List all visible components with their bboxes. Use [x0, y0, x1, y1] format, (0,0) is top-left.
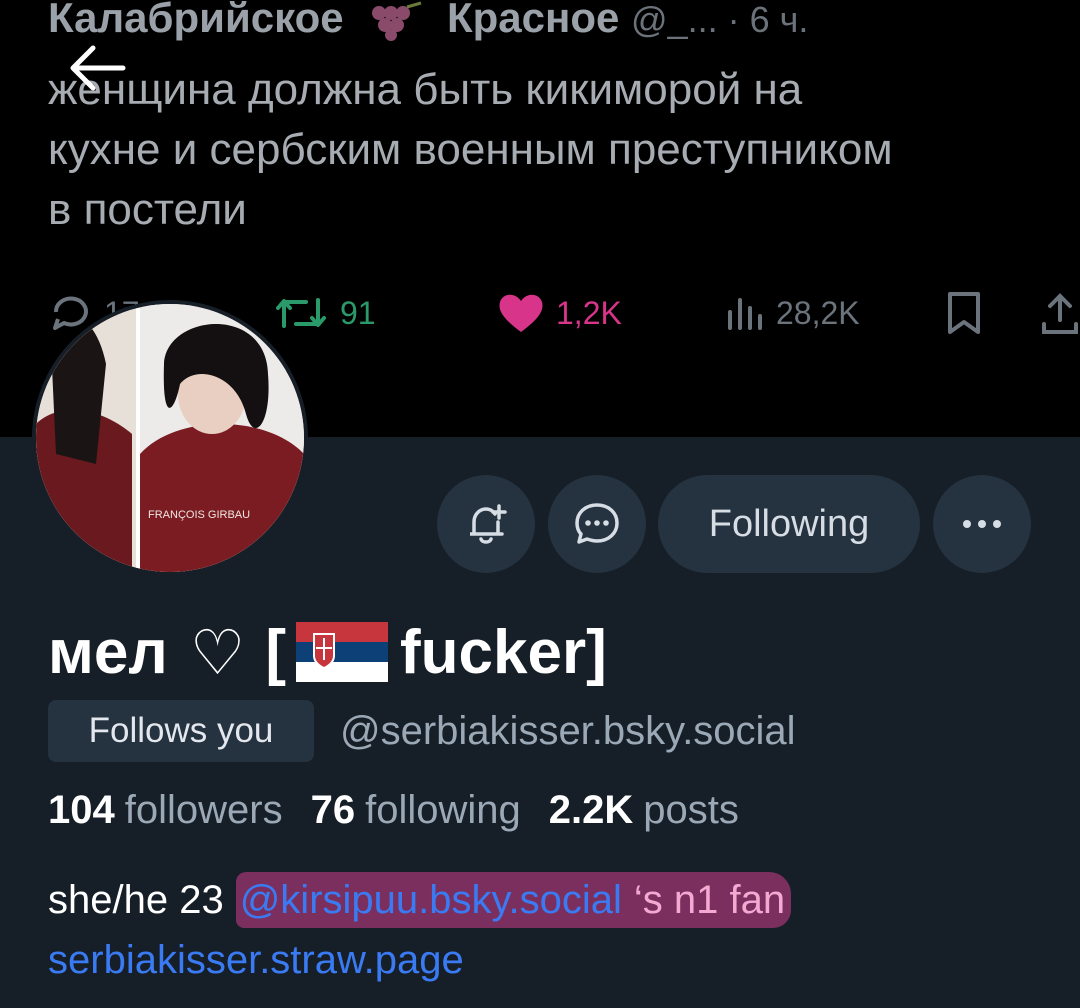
chat-bubble-icon: [575, 503, 619, 544]
following-stat[interactable]: 76 following: [311, 788, 521, 833]
display-name-prefix: мел: [48, 617, 168, 687]
follows-you-badge: Follows you: [48, 700, 314, 762]
followers-stat[interactable]: 104 followers: [48, 788, 283, 833]
tweet-author-name: Калабрийское: [48, 0, 344, 41]
tweet-retweet: 91: [272, 286, 376, 340]
more-options-button[interactable]: [933, 475, 1031, 573]
bio-website-link[interactable]: serbiakisser.straw.page: [48, 930, 464, 990]
bell-plus-icon: [470, 504, 507, 544]
follows-you-label: Follows you: [88, 711, 274, 750]
arrow-left-icon: [70, 45, 126, 91]
following-label: following: [365, 787, 521, 832]
serbia-flag-icon: [295, 622, 388, 682]
grapes-icon: [372, 1, 422, 41]
retweet-count: 91: [340, 294, 376, 331]
message-button[interactable]: [548, 475, 646, 573]
like-count: 1,2K: [556, 294, 622, 331]
bio-suffix: ‘s n1 fan: [633, 877, 786, 922]
following-count: 76: [310, 787, 356, 832]
bio: she/he 23 @kirsipuu.bsky.social ‘s n1 fan: [48, 870, 792, 930]
tweet-meta: @_... · 6 ч.: [631, 0, 809, 40]
heart-symbol: ♡: [189, 618, 246, 688]
bio-highlight: @kirsipuu.bsky.social ‘s n1 fan: [235, 872, 792, 928]
tweet-author-name-2: Красное: [446, 0, 620, 41]
bookmark-icon: [948, 292, 980, 334]
followers-label: followers: [124, 787, 283, 832]
followers-count: 104: [48, 787, 115, 832]
tweet-text: женщина должна быть кикиморой на кухне и…: [48, 65, 893, 234]
tweet-like: 1,2K: [496, 286, 622, 340]
share-icon: [1042, 293, 1078, 334]
back-button[interactable]: [62, 38, 132, 98]
avatar-image: FRANÇOIS GIRBAU: [36, 304, 304, 572]
posts-label: posts: [643, 787, 739, 832]
display-name-word: fucker]: [399, 617, 607, 687]
retweet-icon: [276, 298, 326, 328]
tweet-author-line: Калабрийское Красное @_... · 6 ч.: [48, 0, 808, 44]
following-button-label: Following: [708, 502, 870, 545]
tweet-views: 28,2K: [722, 286, 860, 340]
views-icon: [728, 298, 762, 330]
heart-icon: [499, 294, 543, 332]
tweet-bookmark: [944, 286, 984, 340]
following-button[interactable]: Following: [658, 475, 920, 573]
bio-text: she/he 23: [48, 877, 224, 922]
tweet-share: [1040, 286, 1080, 340]
profile-stats: 104 followers 76 following 2.2K posts: [48, 780, 739, 840]
profile-handle: @serbiakisser.bsky.social: [340, 708, 796, 753]
posts-stat: 2.2K posts: [549, 788, 739, 833]
svg-text:FRANÇOIS GIRBAU: FRANÇOIS GIRBAU: [148, 509, 250, 521]
avatar[interactable]: FRANÇOIS GIRBAU: [32, 300, 308, 576]
posts-count: 2.2K: [548, 787, 634, 832]
bio-mention-link[interactable]: @kirsipuu.bsky.social: [240, 878, 622, 923]
display-name: мел ♡ [ fucker]: [48, 612, 607, 692]
ellipsis-icon: [963, 520, 1001, 528]
display-name-bracket: [: [265, 617, 286, 687]
views-count: 28,2K: [776, 294, 860, 331]
subscribe-notifications-button[interactable]: [437, 475, 535, 573]
